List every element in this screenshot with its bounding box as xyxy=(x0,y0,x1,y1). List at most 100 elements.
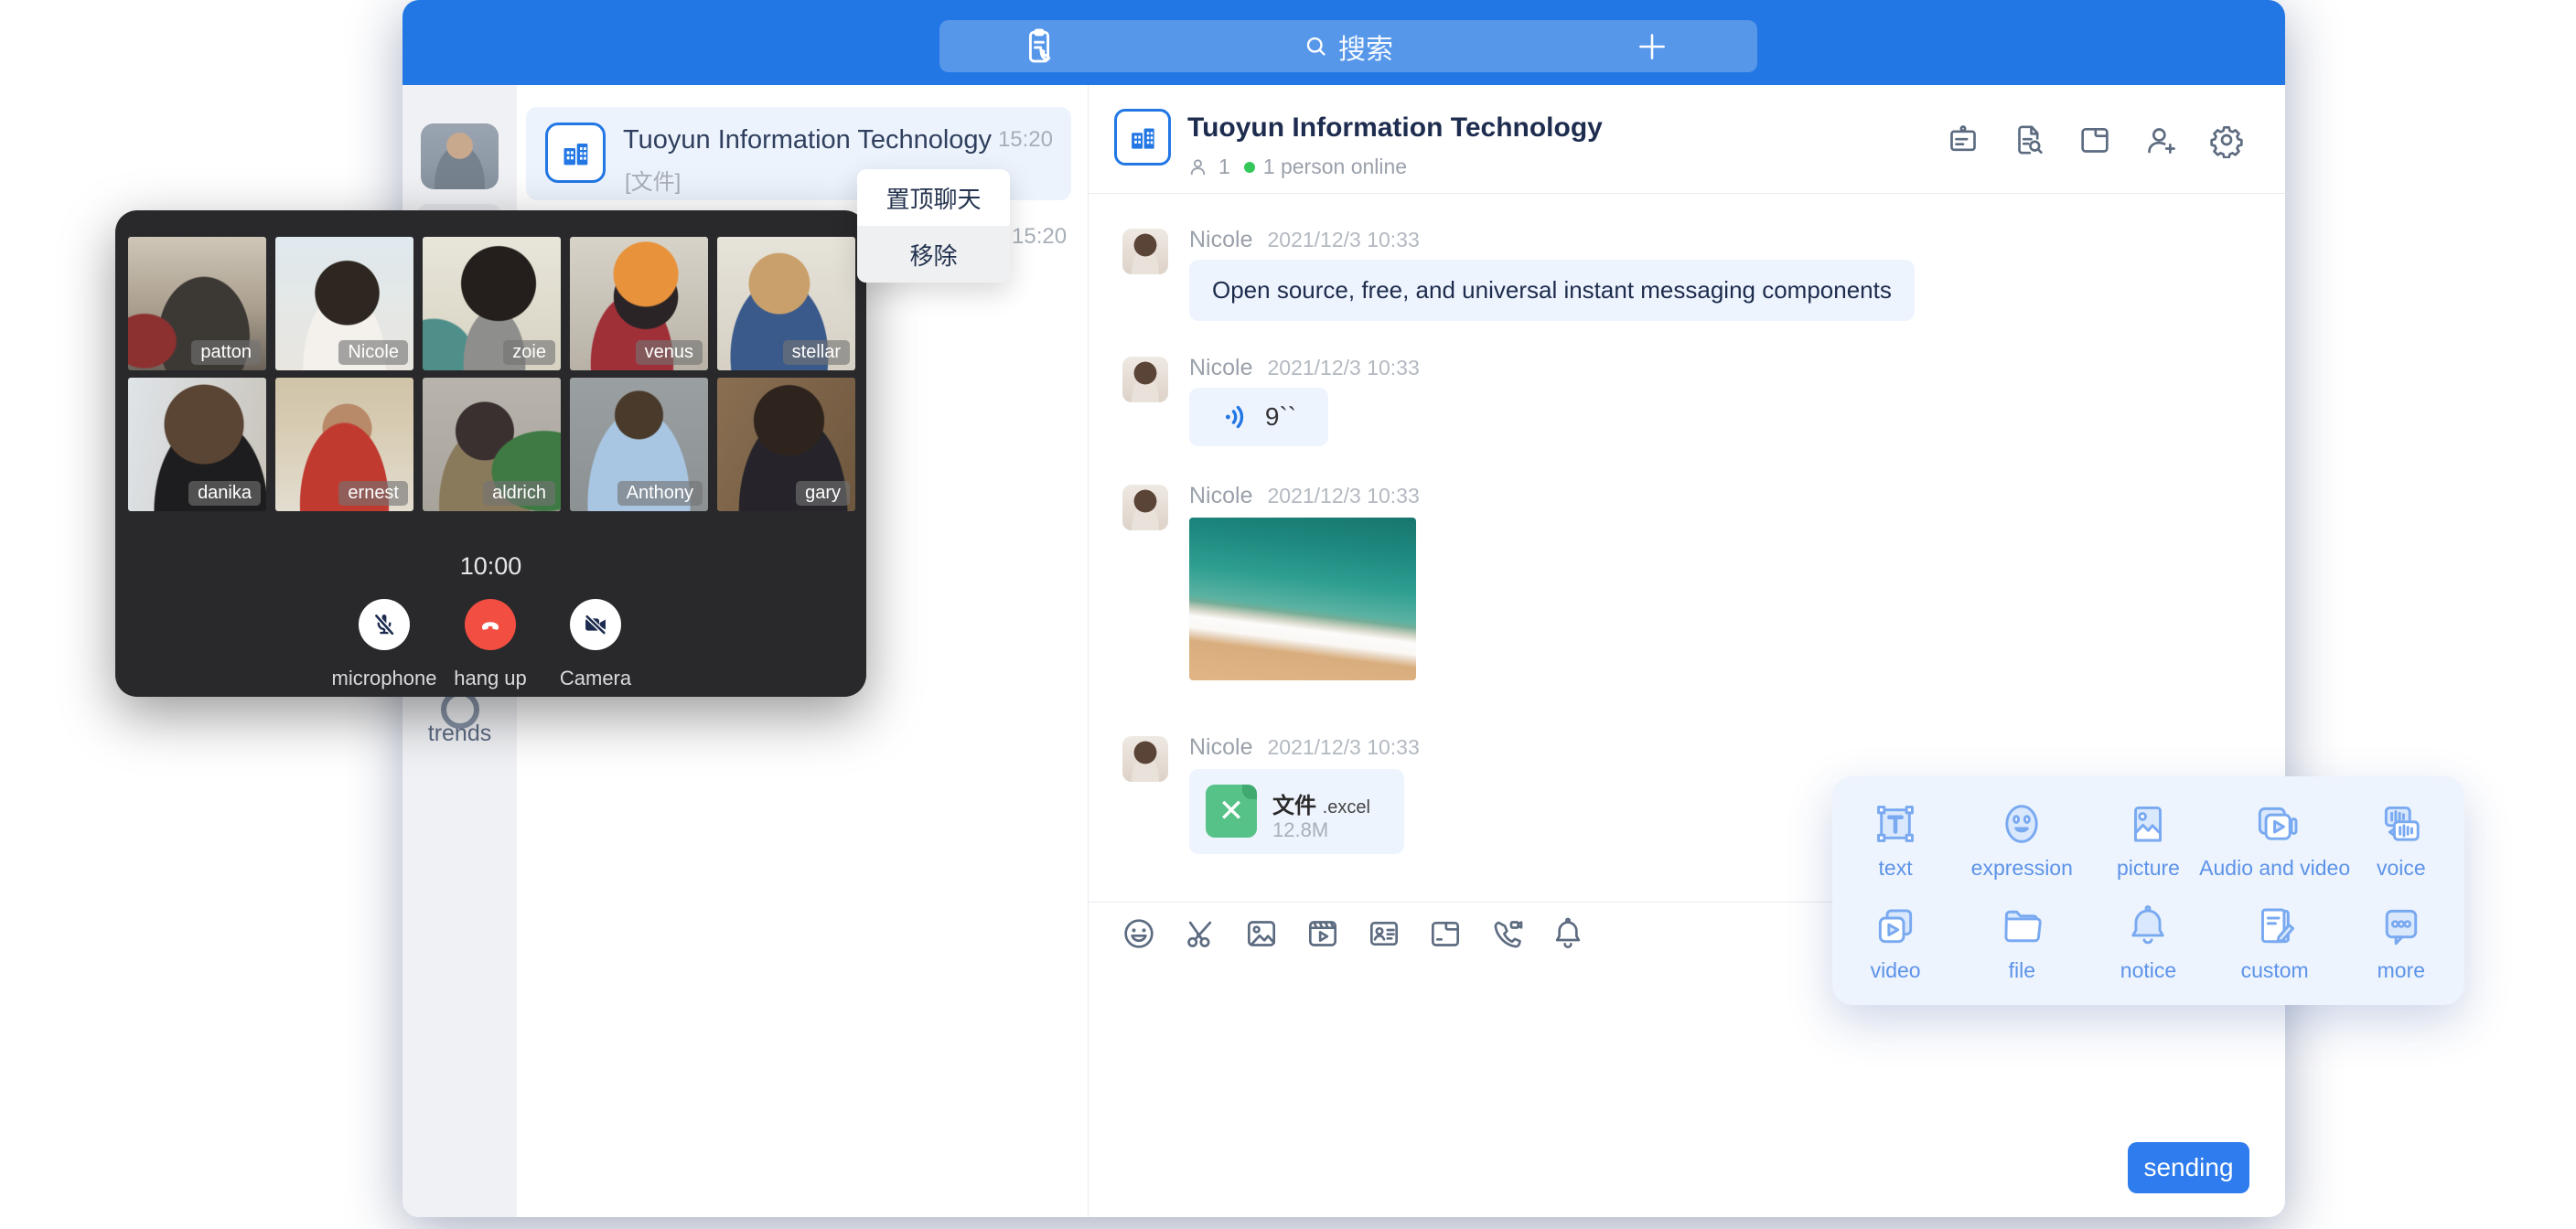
conversation-title: Tuoyun Information Technology xyxy=(623,125,992,155)
search-bar[interactable]: 搜索 xyxy=(939,20,1757,72)
chat-panel: Tuoyun Information Technology 1 1 person… xyxy=(1089,85,2285,1217)
message-head: Nicole 2021/12/3 10:33 xyxy=(1189,227,1420,253)
popup-item-label: voice xyxy=(2377,856,2426,881)
popup-item-label: video xyxy=(1871,958,1921,983)
members-icon xyxy=(1187,155,1210,178)
menu-item-pin-chat[interactable]: 置顶聊天 xyxy=(857,169,1010,226)
notice-bell-icon xyxy=(2123,902,2173,951)
online-dot xyxy=(1244,162,1255,173)
message-time: 2021/12/3 10:33 xyxy=(1267,356,1419,380)
text-icon xyxy=(1871,799,1920,849)
video-clip-icon[interactable] xyxy=(1304,915,1341,952)
announcement-board-icon[interactable] xyxy=(1945,122,1981,158)
camera-muted-icon xyxy=(581,610,610,639)
popup-item-voice[interactable]: voice xyxy=(2338,788,2464,891)
add-icon[interactable] xyxy=(1635,29,1669,64)
participant-tile[interactable]: venus xyxy=(570,237,708,370)
avatar[interactable] xyxy=(1122,485,1168,530)
conversation2-time: 15:20 xyxy=(1012,224,1067,250)
popup-item-label: text xyxy=(1879,856,1913,881)
chat-avatar-building-icon xyxy=(1114,109,1171,166)
participant-tile[interactable]: Nicole xyxy=(275,237,413,370)
participant-tile[interactable]: danika xyxy=(128,378,266,511)
file-ext: .excel xyxy=(1323,797,1370,818)
sender-name: Nicole xyxy=(1189,355,1252,381)
message-time: 2021/12/3 10:33 xyxy=(1267,228,1419,252)
custom-edit-icon xyxy=(2250,902,2300,951)
voice-message-bubble[interactable]: 9`` xyxy=(1189,388,1328,446)
sender-name: Nicole xyxy=(1189,483,1252,509)
file-name: 文件 .excel xyxy=(1272,787,1370,819)
file-message-bubble[interactable]: ✕ 文件 .excel 12.8M xyxy=(1189,769,1404,854)
message-time: 2021/12/3 10:33 xyxy=(1267,484,1419,508)
microphone-mute-button[interactable] xyxy=(359,599,410,650)
participant-tile[interactable]: patton xyxy=(128,237,266,370)
screen: 搜索 trends xyxy=(0,0,2576,1229)
files-folder-icon[interactable] xyxy=(2077,122,2113,158)
participant-tile[interactable]: zoie xyxy=(423,237,561,370)
chat-actions xyxy=(1945,85,2245,194)
popup-item-custom[interactable]: custom xyxy=(2212,891,2338,993)
participant-tile[interactable]: stellar xyxy=(717,237,855,370)
excel-file-icon: ✕ xyxy=(1206,785,1257,838)
composer-toolbar xyxy=(1121,915,1586,952)
camera-label: Camera xyxy=(504,667,687,690)
menu-item-remove[interactable]: 移除 xyxy=(857,226,1010,283)
image-message-beach-photo[interactable] xyxy=(1189,518,1416,680)
popup-item-file[interactable]: file xyxy=(1959,891,2085,993)
participant-name: Nicole xyxy=(338,340,408,365)
picture-icon[interactable] xyxy=(1243,915,1280,952)
popup-item-picture[interactable]: picture xyxy=(2085,788,2211,891)
popup-item-notice[interactable]: notice xyxy=(2085,891,2211,993)
member-count: 1 xyxy=(1218,155,1230,179)
video-call-window: patton Nicole zoie venus stellar danika … xyxy=(115,210,866,697)
participant-name: danika xyxy=(188,481,261,506)
text-message-bubble[interactable]: Open source, free, and universal instant… xyxy=(1189,260,1915,321)
expression-icon xyxy=(1997,799,2046,849)
user-avatar[interactable] xyxy=(421,123,499,189)
search-icon xyxy=(1304,34,1329,59)
popup-item-video[interactable]: video xyxy=(1832,891,1959,993)
participant-tile[interactable]: aldrich xyxy=(423,378,561,511)
folder-icon[interactable] xyxy=(1427,915,1464,952)
chat-subtitle: 1 1 person online xyxy=(1187,155,1407,179)
call-timer: 10:00 xyxy=(115,552,866,581)
popup-item-label: more xyxy=(2377,958,2425,983)
scissors-screenshot-icon[interactable] xyxy=(1182,915,1218,952)
emoji-icon[interactable] xyxy=(1121,915,1157,952)
popup-item-label: notice xyxy=(2120,958,2176,983)
avatar[interactable] xyxy=(1122,357,1168,402)
trends-label[interactable]: trends xyxy=(402,721,517,747)
popup-item-text[interactable]: text xyxy=(1832,788,1959,891)
participant-name: ernest xyxy=(338,481,408,506)
video-call-icon[interactable] xyxy=(1488,915,1525,952)
popup-item-label: file xyxy=(2009,958,2035,983)
online-status: 1 person online xyxy=(1263,155,1407,179)
popup-item-expression[interactable]: expression xyxy=(1959,788,2085,891)
conversation-context-menu: 置顶聊天 移除 xyxy=(857,169,1010,283)
popup-item-audio-video[interactable]: Audio and video xyxy=(2212,788,2338,891)
settings-gear-icon[interactable] xyxy=(2208,122,2245,158)
participant-name: venus xyxy=(636,340,703,365)
add-member-icon[interactable] xyxy=(2142,122,2179,158)
avatar[interactable] xyxy=(1122,229,1168,274)
top-bar: 搜索 xyxy=(402,0,2285,85)
participant-tile[interactable]: gary xyxy=(717,378,855,511)
camera-toggle-button[interactable] xyxy=(570,599,621,650)
picture-icon xyxy=(2123,799,2173,849)
message-time: 2021/12/3 10:33 xyxy=(1267,735,1419,760)
popup-item-more[interactable]: more xyxy=(2338,891,2464,993)
avatar[interactable] xyxy=(1122,736,1168,782)
participant-tile[interactable]: Anthony xyxy=(570,378,708,511)
hang-up-button[interactable] xyxy=(465,599,516,650)
bell-icon[interactable] xyxy=(1550,915,1586,952)
send-button[interactable]: sending xyxy=(2128,1142,2249,1193)
message-head: Nicole 2021/12/3 10:33 xyxy=(1189,734,1420,761)
sender-name: Nicole xyxy=(1189,734,1252,761)
chat-record-search-icon[interactable] xyxy=(2011,122,2047,158)
message-head: Nicole 2021/12/3 10:33 xyxy=(1189,355,1420,381)
conversation-last-message: [文件] xyxy=(625,164,681,196)
sender-name: Nicole xyxy=(1189,227,1252,253)
contact-card-icon[interactable] xyxy=(1366,915,1402,952)
participant-tile[interactable]: ernest xyxy=(275,378,413,511)
